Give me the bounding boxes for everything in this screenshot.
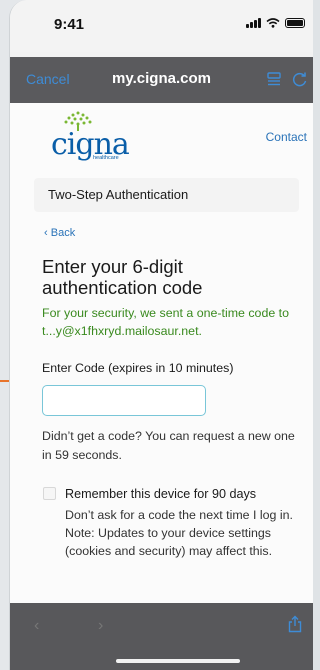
logo-subtext: healthcare [93, 155, 119, 161]
resend-text: Didn’t get a code? You can request a new… [42, 429, 295, 462]
status-icons [246, 18, 305, 28]
phone-frame: 9:41 Cancel my.cigna.com cigna healthcar… [9, 0, 313, 670]
status-time: 9:41 [54, 16, 85, 33]
remember-checkbox[interactable] [43, 487, 56, 500]
back-link[interactable]: ‹ Back [44, 227, 75, 239]
browser-bottom-bar: ‹ › [10, 603, 313, 670]
chevron-left-icon: ‹ [44, 227, 48, 239]
page-heading: Enter your 6-digit authentication code [42, 256, 203, 298]
section-header: Two-Step Authentication [34, 178, 299, 212]
remember-label[interactable]: Remember this device for 90 days [65, 487, 305, 501]
battery-icon [285, 18, 305, 28]
back-label: Back [50, 227, 76, 239]
reload-icon[interactable] [291, 70, 309, 88]
code-input[interactable] [42, 385, 206, 416]
status-bar: 9:41 [10, 0, 313, 52]
forward-arrow-icon[interactable]: › [98, 617, 103, 635]
page-content: cigna healthcare Contact Two-Step Authen… [10, 103, 313, 603]
security-notice: For your security, we sent a one-time co… [42, 306, 290, 338]
wifi-icon [266, 18, 280, 28]
cigna-logo[interactable]: cigna healthcare [50, 111, 140, 162]
remember-description: Don’t ask for a code the next time I log… [65, 508, 293, 558]
reader-view-icon[interactable] [265, 70, 283, 88]
share-icon[interactable] [287, 615, 303, 633]
home-indicator[interactable] [116, 659, 240, 663]
section-title: Two-Step Authentication [48, 187, 189, 202]
contact-link[interactable]: Contact [266, 130, 307, 144]
back-arrow-icon[interactable]: ‹ [34, 617, 39, 635]
code-label: Enter Code (expires in 10 minutes) [42, 361, 234, 375]
signal-icon [246, 18, 261, 28]
browser-toolbar: Cancel my.cigna.com [10, 57, 313, 103]
